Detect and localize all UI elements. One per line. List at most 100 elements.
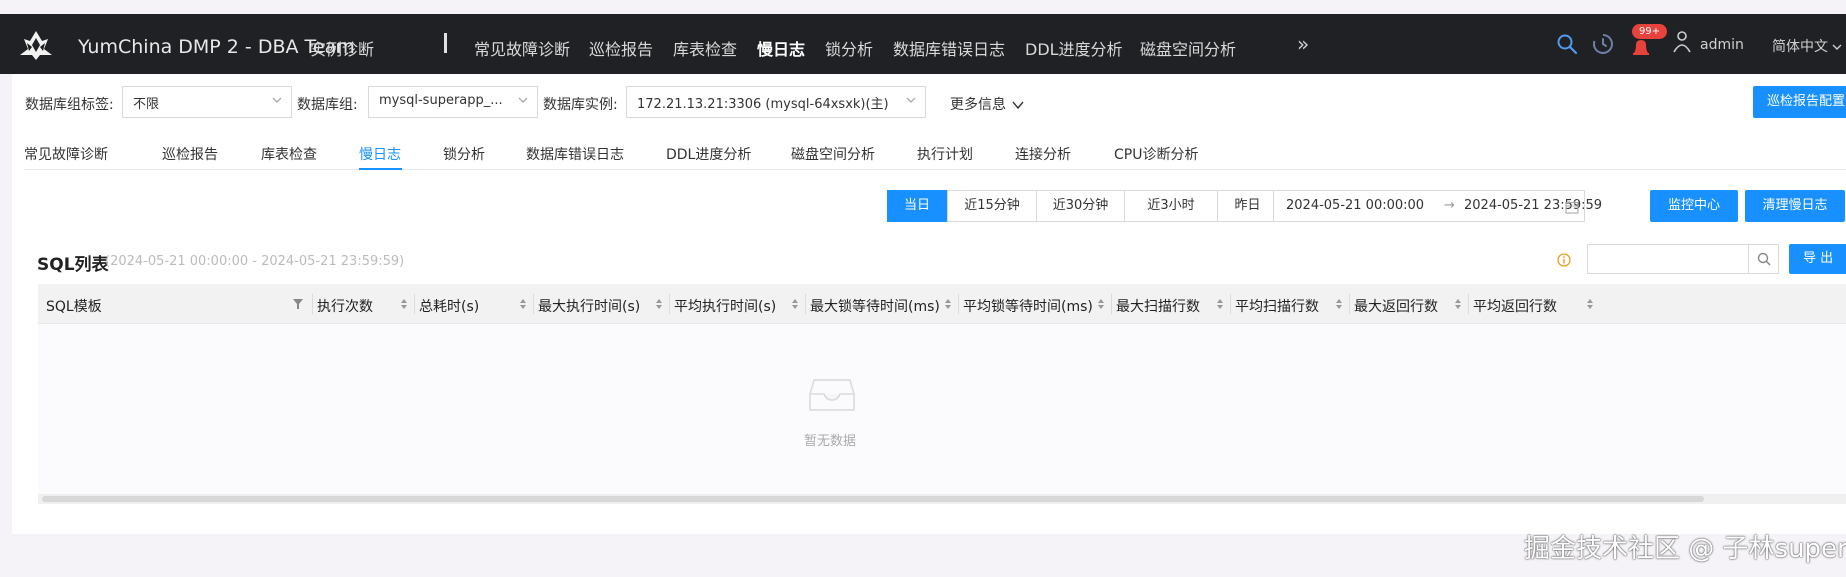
active-tab-indicator xyxy=(359,168,402,170)
range-arrow: → xyxy=(1444,198,1455,213)
range-yesterday-button[interactable]: 昨日 xyxy=(1217,190,1278,222)
monitor-center-button[interactable]: 监控中心 xyxy=(1650,190,1738,222)
horizontal-scrollbar[interactable] xyxy=(38,494,1846,504)
tab-ddl-progress[interactable]: DDL进度分析 xyxy=(666,144,751,164)
history-clock-icon[interactable] xyxy=(1592,33,1614,55)
empty-inbox-icon xyxy=(809,379,855,411)
nav-disk-space[interactable]: 磁盘空间分析 xyxy=(1140,36,1236,60)
column-divider[interactable] xyxy=(805,294,806,314)
nav-ddl-progress[interactable]: DDL进度分析 xyxy=(1025,36,1123,60)
sort-icon[interactable] xyxy=(1097,298,1105,310)
instance-label: 数据库实例: xyxy=(543,97,618,113)
db-group-select[interactable]: mysql-superapp_... xyxy=(368,86,538,118)
filter-icon[interactable] xyxy=(292,298,304,310)
export-button[interactable]: 导 出 xyxy=(1789,244,1846,274)
user-name[interactable]: admin xyxy=(1700,37,1744,53)
notification-badge: 99+ xyxy=(1632,24,1668,39)
column-divider[interactable] xyxy=(1468,294,1469,314)
sort-icon[interactable] xyxy=(400,298,408,310)
column-divider[interactable] xyxy=(1349,294,1350,314)
user-avatar-icon[interactable] xyxy=(1672,30,1692,54)
tab-connection-analysis[interactable]: 连接分析 xyxy=(1015,144,1071,164)
sql-search-button[interactable] xyxy=(1749,244,1779,274)
nav-inspection-report[interactable]: 巡检报告 xyxy=(589,36,653,60)
info-icon[interactable] xyxy=(1557,253,1571,267)
more-info-label: 更多信息 xyxy=(950,97,1006,113)
tab-cpu-diagnosis[interactable]: CPU诊断分析 xyxy=(1114,144,1198,164)
col-header-exec-count[interactable]: 执行次数 xyxy=(317,296,373,316)
nav-table-check[interactable]: 库表检查 xyxy=(673,36,737,60)
col-header-total-time[interactable]: 总耗时(s) xyxy=(419,296,479,316)
range-30min-button[interactable]: 近30分钟 xyxy=(1036,190,1125,222)
chevron-down-icon xyxy=(1832,44,1842,50)
nav-more-button[interactable]: » xyxy=(1297,32,1309,56)
nav-slow-log[interactable]: 慢日志 xyxy=(757,36,805,60)
column-divider[interactable] xyxy=(1230,294,1231,314)
column-divider[interactable] xyxy=(312,294,313,314)
sort-icon[interactable] xyxy=(655,298,663,310)
chevron-down-icon xyxy=(1012,101,1024,110)
chevron-down-icon xyxy=(906,97,916,103)
search-icon[interactable] xyxy=(1556,33,1578,55)
sql-list-range: (2024-05-21 00:00:00 - 2024-05-21 23:59:… xyxy=(105,254,405,269)
language-label: 简体中文 xyxy=(1772,39,1828,55)
sort-icon[interactable] xyxy=(519,298,527,310)
date-range-picker[interactable]: 2024-05-21 00:00:00 → 2024-05-21 23:59:5… xyxy=(1273,190,1602,222)
end-date-input[interactable]: 2024-05-21 23:59:59 xyxy=(1464,198,1602,213)
notification-bell-icon[interactable] xyxy=(1630,36,1652,58)
watermark: 掘金技术社区 @ 子林super xyxy=(1524,534,1846,564)
instance-select[interactable]: 172.21.13.21:3306 (mysql-64xsxk)(主) xyxy=(626,86,926,118)
col-header-max-lock-wait[interactable]: 最大锁等待时间(ms) xyxy=(810,296,940,316)
tab-disk-space[interactable]: 磁盘空间分析 xyxy=(791,144,875,164)
range-today-button[interactable]: 当日 xyxy=(887,190,947,222)
tab-db-error-log[interactable]: 数据库错误日志 xyxy=(526,144,624,164)
group-tag-label: 数据库组标签: xyxy=(25,97,114,113)
tab-execution-plan[interactable]: 执行计划 xyxy=(917,144,973,164)
sql-search-input[interactable] xyxy=(1587,244,1749,274)
start-date-input[interactable]: 2024-05-21 00:00:00 xyxy=(1286,198,1424,213)
language-selector[interactable]: 简体中文 xyxy=(1772,36,1842,56)
tab-lock-analysis[interactable]: 锁分析 xyxy=(443,144,485,164)
range-15min-button[interactable]: 近15分钟 xyxy=(947,190,1037,222)
tab-inspection-report[interactable]: 巡检报告 xyxy=(162,144,218,164)
nav-lock-analysis[interactable]: 锁分析 xyxy=(825,36,873,60)
scrollbar-thumb[interactable] xyxy=(42,496,1704,502)
column-divider[interactable] xyxy=(958,294,959,314)
content-panel: 数据库组标签: 不限 数据库组: mysql-superapp_... 数据库实… xyxy=(12,74,1846,534)
col-header-max-scan-rows[interactable]: 最大扫描行数 xyxy=(1116,296,1200,316)
col-header-avg-scan-rows[interactable]: 平均扫描行数 xyxy=(1235,296,1319,316)
col-header-max-exec-time[interactable]: 最大执行时间(s) xyxy=(538,296,640,316)
more-info-toggle[interactable]: 更多信息 xyxy=(950,94,1024,114)
column-divider[interactable] xyxy=(669,294,670,314)
range-3h-button[interactable]: 近3小时 xyxy=(1124,190,1218,222)
db-group-label: 数据库组: xyxy=(297,97,358,113)
sort-icon[interactable] xyxy=(1454,298,1462,310)
tab-slow-log[interactable]: 慢日志 xyxy=(359,144,401,164)
tab-table-check[interactable]: 库表检查 xyxy=(261,144,317,164)
sort-icon[interactable] xyxy=(1216,298,1224,310)
chevron-down-icon xyxy=(518,97,528,103)
sort-icon[interactable] xyxy=(1586,298,1594,310)
column-divider[interactable] xyxy=(533,294,534,314)
column-divider[interactable] xyxy=(414,294,415,314)
col-header-avg-exec-time[interactable]: 平均执行时间(s) xyxy=(674,296,776,316)
col-header-max-return-rows[interactable]: 最大返回行数 xyxy=(1354,296,1438,316)
col-header-avg-lock-wait[interactable]: 平均锁等待时间(ms) xyxy=(963,296,1093,316)
sort-icon[interactable] xyxy=(1335,298,1343,310)
yumchina-logo-icon[interactable] xyxy=(18,29,54,61)
nav-db-error-log[interactable]: 数据库错误日志 xyxy=(893,36,1005,60)
column-divider[interactable] xyxy=(1111,294,1112,314)
clear-slow-log-button[interactable]: 清理慢日志 xyxy=(1745,190,1845,222)
nav-instance-diagnosis[interactable]: 实例诊断 xyxy=(310,36,374,60)
db-group-value: mysql-superapp_... xyxy=(379,93,503,108)
col-header-avg-return-rows[interactable]: 平均返回行数 xyxy=(1473,296,1557,316)
tab-common-fault-diagnosis[interactable]: 常见故障诊断 xyxy=(24,144,108,164)
inspection-config-button[interactable]: 巡检报告配置 xyxy=(1753,86,1846,118)
group-tag-select[interactable]: 不限 xyxy=(122,86,292,118)
sort-icon[interactable] xyxy=(791,298,799,310)
sort-icon[interactable] xyxy=(944,298,952,310)
col-header-sql-template[interactable]: SQL模板 xyxy=(46,296,102,316)
nav-common-fault-diagnosis[interactable]: 常见故障诊断 xyxy=(474,36,570,60)
calendar-icon[interactable] xyxy=(1565,200,1579,214)
search-icon xyxy=(1757,252,1771,266)
